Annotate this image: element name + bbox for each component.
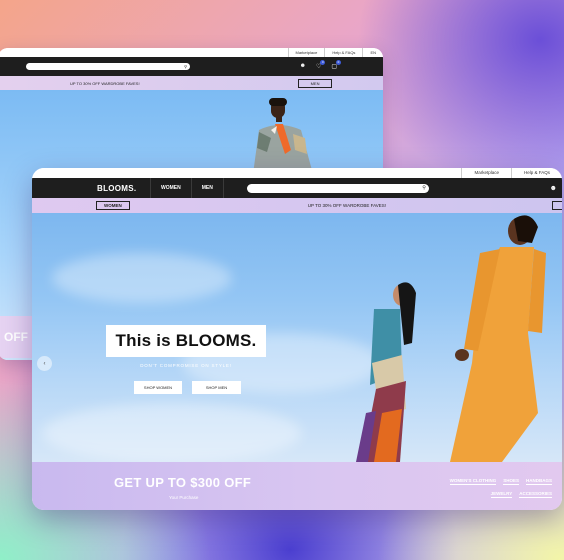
front-browser-window: Marketplace Help & FAQs BLOOMS. WOMEN ME… bbox=[32, 168, 562, 510]
male-model-image bbox=[253, 98, 313, 174]
search-icon[interactable]: ⚲ bbox=[422, 185, 426, 191]
nav-item-men[interactable]: MEN bbox=[190, 178, 224, 198]
brand-logo[interactable]: BLOOMS. bbox=[32, 184, 150, 193]
main-nav: BLOOMS. WOMEN MEN ⚲ ☻ bbox=[32, 178, 562, 198]
chevron-left-icon[interactable]: ‹ bbox=[37, 356, 52, 371]
female-models-image bbox=[356, 215, 546, 462]
promo-men-button[interactable]: MEN bbox=[297, 78, 333, 88]
utility-bar: Marketplace Help & FAQs EN bbox=[0, 48, 383, 57]
cloud bbox=[42, 403, 302, 462]
utility-bar: Marketplace Help & FAQs bbox=[32, 168, 562, 178]
search-input[interactable]: ⚲ bbox=[246, 183, 429, 193]
util-link-marketplace[interactable]: Marketplace bbox=[287, 48, 325, 57]
util-link-help[interactable]: Help & FAQs bbox=[510, 168, 562, 178]
promo-text: UP TO 30% OFF WARDROBE FAVES! bbox=[70, 80, 140, 86]
nav-item-women[interactable]: WOMEN bbox=[150, 178, 191, 198]
promo-men-button[interactable] bbox=[552, 201, 562, 210]
promo-bar: WOMEN UP TO 30% OFF WARDROBE FAVES! bbox=[32, 198, 562, 213]
user-icon[interactable]: ☻ bbox=[300, 63, 306, 70]
hero-headline: This is BLOOMS. bbox=[106, 325, 266, 357]
promo-text: UP TO 30% OFF WARDROBE FAVES! bbox=[307, 203, 387, 208]
link-accessories[interactable]: ACCESSORIES bbox=[519, 491, 552, 498]
util-link-language[interactable]: EN bbox=[362, 48, 383, 57]
hero-tagline: DON'T COMPROMISE ON STYLE! bbox=[140, 363, 232, 368]
footer-subline: Your Purchase bbox=[169, 495, 199, 500]
link-womens-clothing[interactable]: WOMEN'S CLOTHING bbox=[449, 478, 497, 485]
promo-bar: UP TO 30% OFF WARDROBE FAVES! MEN bbox=[0, 76, 383, 90]
cloud bbox=[52, 253, 232, 303]
promo-women-button[interactable]: WOMEN bbox=[96, 201, 130, 210]
footer-headline: GET UP TO $300 OFF bbox=[114, 475, 252, 490]
util-link-help[interactable]: Help & FAQs bbox=[324, 48, 362, 57]
wishlist-badge: 0 bbox=[320, 60, 326, 65]
user-icon[interactable]: ☻ bbox=[550, 185, 557, 192]
shop-women-button[interactable]: SHOP WOMEN bbox=[134, 381, 182, 394]
main-nav: ⚲ ☻ ♡ 0 ▢ 0 bbox=[0, 57, 383, 76]
shop-men-button[interactable]: SHOP MEN bbox=[192, 381, 241, 394]
link-handbags[interactable]: HANDBAGS bbox=[525, 478, 552, 485]
link-jewelry[interactable]: JEWELRY bbox=[490, 491, 513, 498]
promo-footer: GET UP TO $300 OFF Your Purchase WOMEN'S… bbox=[32, 462, 562, 510]
category-links: WOMEN'S CLOTHING SHOES HANDBAGS JEWELRY … bbox=[432, 478, 552, 498]
heart-icon[interactable]: ♡ 0 bbox=[316, 60, 326, 70]
hero-banner: This is BLOOMS. DON'T COMPROMISE ON STYL… bbox=[32, 213, 562, 462]
search-input[interactable]: ⚲ bbox=[26, 63, 190, 70]
search-icon[interactable]: ⚲ bbox=[184, 64, 187, 69]
link-shoes[interactable]: SHOES bbox=[503, 478, 519, 485]
bag-icon[interactable]: ▢ 0 bbox=[331, 60, 341, 70]
util-link-marketplace[interactable]: Marketplace bbox=[461, 168, 511, 178]
cart-badge: 0 bbox=[336, 60, 341, 65]
